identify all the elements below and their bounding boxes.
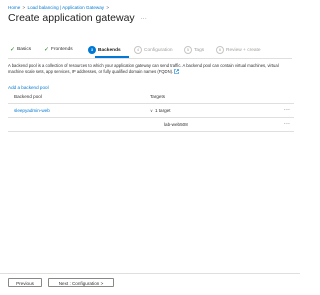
row-more-icon[interactable]: ... [284, 106, 290, 112]
checkmark-icon: ✓ [44, 47, 50, 53]
more-options-icon[interactable]: ... [141, 15, 148, 21]
breadcrumb-separator: > [22, 5, 26, 10]
step-number-icon: 6 [216, 46, 224, 54]
tab-frontends[interactable]: ✓ Frontends [44, 46, 73, 53]
breadcrumb-load-balancing[interactable]: Load balancing | Application Gateway [28, 5, 105, 10]
tab-label: Review + create [226, 47, 261, 53]
tab-label: Basics [17, 47, 32, 52]
column-header-backend-pool: Backend pool [14, 94, 42, 99]
backend-pool-name-link[interactable]: sleepyadmin-web [14, 108, 50, 113]
page-title: Create application gateway [8, 12, 135, 24]
table-row-divider [8, 117, 294, 118]
previous-button[interactable]: Previous [8, 278, 42, 287]
tab-basics[interactable]: ✓ Basics [10, 46, 31, 53]
checkmark-icon: ✓ [10, 47, 16, 53]
next-configuration-button[interactable]: Next : Configuration > [48, 278, 114, 287]
table-header-divider [8, 103, 294, 104]
tab-review-create[interactable]: 6 Review + create [216, 46, 261, 54]
breadcrumb: Home > Load balancing | Application Gate… [8, 5, 110, 10]
table-row-divider [8, 131, 294, 132]
targets-toggle[interactable]: ∨ 1 target [150, 108, 171, 113]
step-number-icon: 5 [184, 46, 192, 54]
breadcrumb-home[interactable]: Home [8, 5, 20, 10]
tab-label: Frontends [51, 47, 73, 52]
breadcrumb-separator: > [106, 5, 110, 10]
step-number-icon: 3 [88, 46, 96, 54]
target-item: lab-web508 [164, 122, 188, 127]
tab-label: Tags [194, 47, 205, 53]
column-header-targets: Targets [150, 94, 166, 99]
backend-pool-description: A backend pool is a collection of resour… [8, 63, 292, 74]
add-backend-pool-link[interactable]: Add a backend pool [8, 85, 49, 90]
target-more-icon[interactable]: ... [284, 120, 290, 126]
wizard-tabs: ✓ Basics ✓ Frontends 3 Backends 4 Config… [8, 44, 292, 59]
step-number-icon: 4 [134, 46, 142, 54]
footer-divider [0, 273, 300, 274]
tab-tags[interactable]: 5 Tags [184, 46, 204, 54]
external-link-icon[interactable] [174, 68, 180, 74]
active-tab-indicator [95, 56, 129, 58]
tab-label: Configuration [144, 47, 173, 53]
page-header: Create application gateway ... [8, 12, 147, 24]
tab-backends[interactable]: 3 Backends [88, 46, 121, 54]
target-count: 1 target [154, 108, 171, 113]
description-text: A backend pool is a collection of resour… [8, 63, 279, 74]
tab-configuration[interactable]: 4 Configuration [134, 46, 173, 54]
tab-label: Backends [98, 47, 121, 53]
chevron-down-icon: ∨ [150, 108, 153, 113]
